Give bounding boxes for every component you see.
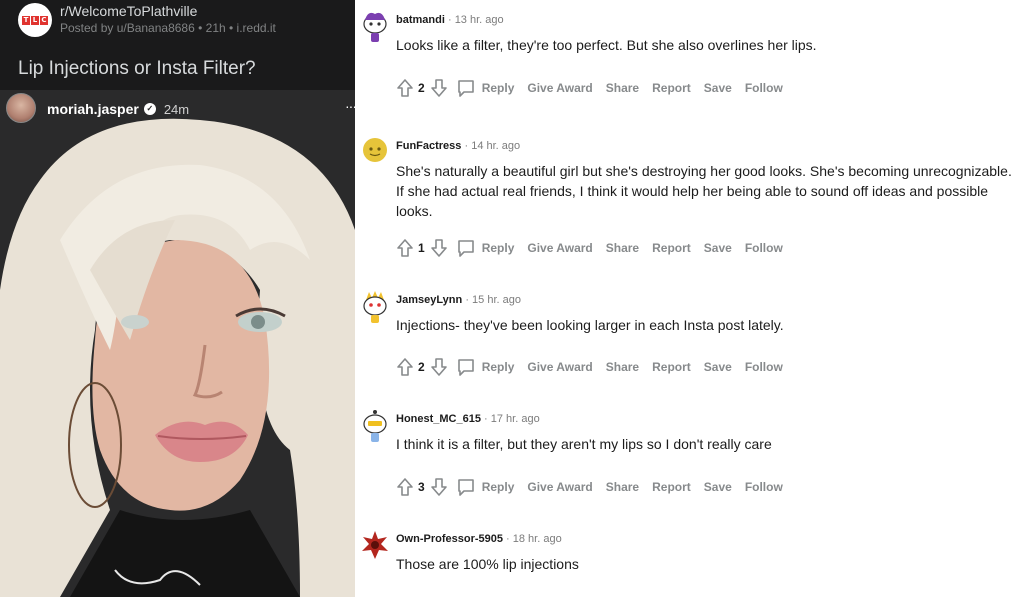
comment-bubble-icon: [457, 240, 474, 257]
comment-username[interactable]: JamseyLynn: [396, 294, 462, 306]
snoo-avatar-icon[interactable]: [360, 136, 390, 170]
downvote-icon[interactable]: [430, 238, 448, 258]
comment-time: · 18 hr. ago: [506, 533, 562, 545]
comment-body: Injections- they've been looking larger …: [396, 317, 784, 333]
report-button[interactable]: Report: [652, 480, 691, 494]
post-header: T L C r/WelcomeToPlathville Posted by u/…: [0, 0, 355, 44]
comment-actions: 3 Reply Give Award Share Report Save Fol…: [396, 477, 783, 497]
insta-username: moriah.jasper: [47, 101, 139, 117]
reply-label: Reply: [481, 81, 515, 95]
comment-body: She's naturally a beautiful girl but she…: [396, 163, 1012, 219]
tlc-letter-t: T: [22, 15, 30, 25]
comment-header: FunFactress · 14 hr. ago: [396, 140, 520, 152]
reply-button[interactable]: Reply: [456, 477, 515, 497]
comment-actions: 2 Reply Give Award Share Report Save Fol…: [396, 357, 783, 377]
comment-body: Looks like a filter, they're too perfect…: [396, 37, 817, 53]
reply-button[interactable]: Reply: [456, 357, 515, 377]
vote-count: 2: [418, 360, 425, 374]
comment-username[interactable]: FunFactress: [396, 140, 461, 152]
comment-body: I think it is a filter, but they aren't …: [396, 436, 772, 452]
comment-time: · 15 hr. ago: [465, 294, 521, 306]
upvote-icon[interactable]: [396, 238, 414, 258]
comment-username[interactable]: Honest_MC_615: [396, 413, 481, 425]
save-button[interactable]: Save: [704, 81, 732, 95]
comment-bubble-icon: [457, 479, 474, 496]
follow-button[interactable]: Follow: [745, 480, 783, 494]
report-button[interactable]: Report: [652, 81, 691, 95]
follow-button[interactable]: Follow: [745, 81, 783, 95]
reply-label: Reply: [481, 480, 515, 494]
insta-user-row: moriah.jasper ✓ 24m: [47, 101, 189, 117]
comment-header: batmandi · 13 hr. ago: [396, 14, 504, 26]
downvote-icon[interactable]: [430, 477, 448, 497]
comments-panel: batmandi · 13 hr. ago Looks like a filte…: [355, 0, 1024, 597]
follow-button[interactable]: Follow: [745, 360, 783, 374]
vote-count: 2: [418, 81, 425, 95]
save-button[interactable]: Save: [704, 480, 732, 494]
comment-bubble-icon: [457, 80, 474, 97]
save-button[interactable]: Save: [704, 241, 732, 255]
upvote-icon[interactable]: [396, 357, 414, 377]
give-award-button[interactable]: Give Award: [527, 480, 592, 494]
comment-username[interactable]: batmandi: [396, 14, 445, 26]
snoo-avatar-icon[interactable]: [360, 409, 390, 443]
post-image[interactable]: moriah.jasper ✓ 24m ···: [0, 90, 355, 597]
comment-username[interactable]: Own-Professor-5905: [396, 533, 503, 545]
vote-count: 1: [418, 241, 425, 255]
share-button[interactable]: Share: [606, 360, 639, 374]
share-button[interactable]: Share: [606, 480, 639, 494]
snoo-avatar-icon[interactable]: [360, 10, 390, 44]
snoo-avatar-icon[interactable]: [360, 529, 390, 563]
comment-header: Honest_MC_615 · 17 hr. ago: [396, 413, 540, 425]
comment-bubble-icon: [457, 359, 474, 376]
follow-button[interactable]: Follow: [745, 241, 783, 255]
comment-actions: 2 Reply Give Award Share Report Save Fol…: [396, 78, 783, 98]
downvote-icon[interactable]: [430, 78, 448, 98]
post-panel: T L C r/WelcomeToPlathville Posted by u/…: [0, 0, 355, 597]
post-title[interactable]: Lip Injections or Insta Filter?: [18, 58, 256, 80]
upvote-icon[interactable]: [396, 477, 414, 497]
reply-label: Reply: [481, 360, 515, 374]
portrait-illustration: [0, 90, 355, 597]
tlc-logo: T L C: [22, 15, 48, 25]
insta-avatar: [6, 93, 36, 123]
downvote-icon[interactable]: [430, 357, 448, 377]
save-button[interactable]: Save: [704, 360, 732, 374]
comment-header: Own-Professor-5905 · 18 hr. ago: [396, 533, 562, 545]
give-award-button[interactable]: Give Award: [527, 360, 592, 374]
reply-button[interactable]: Reply: [456, 78, 515, 98]
snoo-avatar-icon[interactable]: [360, 290, 390, 324]
give-award-button[interactable]: Give Award: [527, 81, 592, 95]
share-button[interactable]: Share: [606, 81, 639, 95]
share-button[interactable]: Share: [606, 241, 639, 255]
tlc-letter-c: C: [40, 15, 48, 25]
reply-button[interactable]: Reply: [456, 238, 515, 258]
comment-header: JamseyLynn · 15 hr. ago: [396, 294, 521, 306]
comment-body: Those are 100% lip injections: [396, 556, 579, 572]
tlc-letter-l: L: [31, 15, 39, 25]
report-button[interactable]: Report: [652, 241, 691, 255]
comment-time: · 13 hr. ago: [447, 14, 504, 26]
more-icon: ···: [345, 98, 355, 114]
comment-actions: 1 Reply Give Award Share Report Save Fol…: [396, 238, 783, 258]
post-meta: Posted by u/Banana8686 • 21h • i.redd.it: [60, 21, 276, 35]
insta-time: 24m: [163, 101, 190, 117]
give-award-button[interactable]: Give Award: [527, 241, 592, 255]
reply-label: Reply: [481, 241, 515, 255]
subreddit-name[interactable]: r/WelcomeToPlathville: [60, 3, 197, 19]
comment-time: · 14 hr. ago: [464, 140, 521, 152]
subreddit-icon[interactable]: T L C: [18, 3, 52, 37]
comment-time: · 17 hr. ago: [484, 413, 540, 425]
upvote-icon[interactable]: [396, 78, 414, 98]
verified-icon: ✓: [143, 103, 156, 115]
report-button[interactable]: Report: [652, 360, 691, 374]
vote-count: 3: [418, 480, 425, 494]
